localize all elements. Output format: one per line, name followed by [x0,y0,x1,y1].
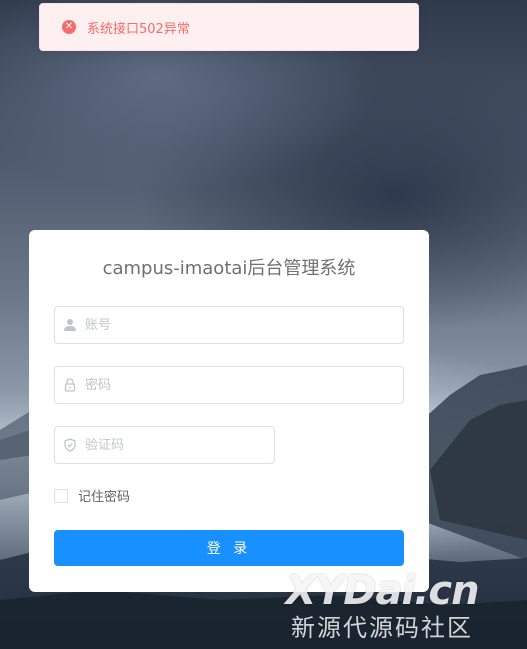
page-title: campus-imaotai后台管理系统 [102,258,356,279]
remember-label: 记住密码 [78,490,131,505]
watermark: XYDai.cn 新源代源码社区 [262,568,502,642]
captcha-field[interactable] [54,426,275,464]
password-field[interactable] [54,366,404,404]
watermark-brand: XYDai.cn [285,568,479,614]
login-card: campus-imaotai后台管理系统 记住密码 登 录 [29,230,429,592]
shield-icon [55,427,85,463]
watermark-subtitle: 新源代源码社区 [291,614,473,642]
error-toast: ✕ 系统接口502异常 [39,3,419,51]
toast-message: 系统接口502异常 [87,21,190,37]
login-button[interactable]: 登 录 [54,530,404,566]
remember-password[interactable]: 记住密码 [54,486,130,505]
user-icon [55,307,85,343]
username-input[interactable] [85,307,403,343]
username-field[interactable] [54,306,404,344]
password-input[interactable] [85,367,403,403]
remember-checkbox[interactable] [54,488,68,503]
captcha-input[interactable] [85,427,274,463]
lock-icon [55,367,85,403]
error-circle-icon: ✕ [62,20,76,34]
